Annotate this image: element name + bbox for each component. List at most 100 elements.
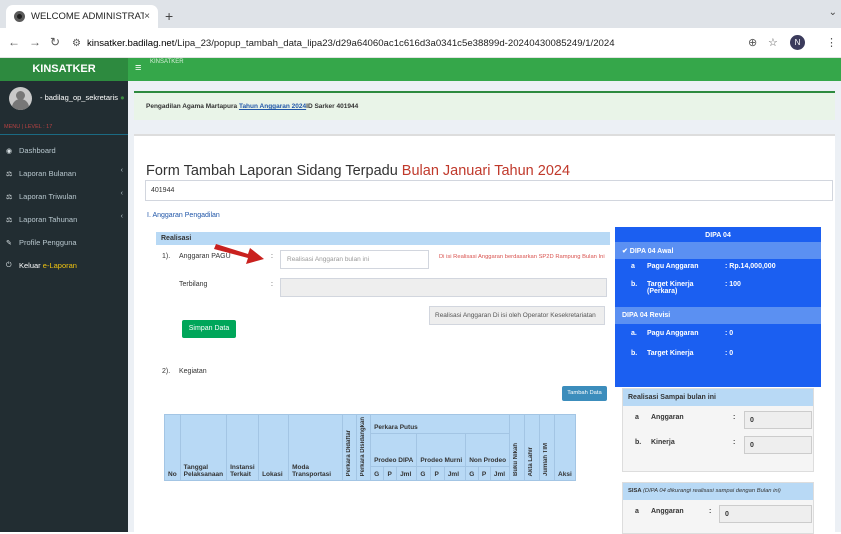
col-jumlah-tim: Jumlah TIM — [543, 443, 550, 477]
rev-pagu-label: Pagu Anggaran — [647, 330, 699, 337]
power-icon: ⏻ — [6, 261, 12, 269]
col-didaftar: Perkara Didaftar — [346, 430, 353, 477]
col-moda: Moda Transportasi — [288, 413, 344, 482]
anggaran-label: Anggaran — [651, 508, 684, 515]
user-panel: - badilag_op_sekretaris ● MENU | LEVEL :… — [0, 81, 128, 139]
row-letter: a — [631, 263, 635, 270]
kinerja-label: Kinerja — [651, 439, 675, 446]
sarker-id: ID Sarker 401944 — [306, 103, 359, 110]
sidebar-item-laporan-bulanan[interactable]: ⚖ Laporan Bulanan ‹ — [0, 162, 128, 185]
fiscal-year-link[interactable]: Tahun Anggaran 2024 — [239, 103, 306, 110]
colon: : — [733, 439, 736, 446]
row2-number: 2). — [162, 368, 171, 375]
col-buku-nikah: Buku Nikah — [513, 443, 520, 477]
tab-close-button[interactable]: × — [144, 11, 150, 22]
bookmark-star-icon[interactable]: ☆ — [768, 36, 778, 49]
sidebar-menu: ◉ Dashboard ⚖ Laporan Bulanan ‹ ⚖ Laporan Tr… — [0, 139, 128, 277]
logout-label: Keluar — [19, 261, 41, 270]
address-bar: ← → ↻ ⚙ kinsatker.badilag.net/Lipa_23/po… — [0, 28, 841, 58]
sisa-box: SISA (DIPA 04 dikurangi realisasi sampai… — [622, 482, 814, 534]
red-arrow-annotation — [214, 244, 264, 264]
dipa-awal-header: ✔ DIPA 04 Awal — [615, 242, 821, 259]
brand-logo[interactable]: KINSATKER — [0, 58, 128, 81]
menu-divider — [0, 134, 128, 135]
url-host: kinsatker.badilag.net — [86, 37, 175, 49]
row1-number: 1). — [162, 253, 171, 260]
col-tanggal: Tanggal Pelaksanaan — [179, 413, 228, 482]
site-settings-icon[interactable]: ⚙ — [72, 38, 81, 49]
pagu-label: Pagu Anggaran — [647, 263, 699, 270]
colon: : — [271, 281, 273, 288]
edit-icon: ✎ — [6, 239, 12, 247]
browser-menu-icon[interactable]: ⋮ — [826, 36, 837, 49]
sidebar-item-dashboard[interactable]: ◉ Dashboard — [0, 139, 128, 162]
profile-avatar[interactable]: N — [790, 35, 805, 50]
court-name: Pengadilan Agama Martapura — [146, 103, 239, 110]
tab-search-chevron-icon[interactable]: ⌄ — [829, 7, 837, 18]
title-text: Form Tambah Laporan Sidang Terpadu — [146, 163, 402, 179]
rev-target-value: : 0 — [725, 350, 734, 357]
realisasi-kinerja-value: 0 — [744, 436, 812, 454]
row-letter: b. — [635, 439, 642, 446]
section-link-anggaran[interactable]: I. Anggaran Pengadilan — [147, 212, 220, 219]
dipa-panel: DIPA 04 ✔ DIPA 04 Awal a Pagu Anggaran :… — [615, 227, 821, 387]
col-perkara-putus: Perkara Putus — [370, 414, 511, 434]
col-instansi: Instansi Terkait — [226, 413, 260, 482]
page-title: Form Tambah Laporan Sidang Terpadu Bulan… — [146, 163, 570, 179]
dipa-title: DIPA 04 — [705, 232, 731, 239]
browser-tab[interactable]: WELCOME ADMINISTRATOR × — [6, 5, 158, 28]
url-path: /Lipa_23/popup_tambah_data_lipa23/d29a64… — [174, 37, 615, 49]
colon: : — [733, 414, 736, 421]
sidebar: - badilag_op_sekretaris ● MENU | LEVEL :… — [0, 81, 128, 532]
forward-icon[interactable]: → — [29, 35, 41, 49]
col-lokasi: Lokasi — [258, 413, 290, 482]
dipa-rev-target-row: b. Target Kinerja : 0 — [615, 344, 821, 364]
chevron-left-icon: ‹ — [120, 167, 123, 174]
sidebar-item-profile[interactable]: ✎ Profile Pengguna — [0, 231, 128, 254]
sidebar-item-logout[interactable]: ⏻ Keluar e-Laporan — [0, 254, 128, 277]
sidebar-item-laporan-triwulan[interactable]: ⚖ Laporan Triwulan ‹ — [0, 185, 128, 208]
dipa-rev-pagu-row: a. Pagu Anggaran : 0 — [615, 324, 821, 344]
realisasi-anggaran-row: a Anggaran : 0 — [623, 406, 813, 433]
back-icon[interactable]: ← — [8, 35, 20, 49]
chevron-left-icon: ‹ — [120, 190, 123, 197]
url-field[interactable]: ⚙ kinsatker.badilag.net/Lipa_23/popup_ta… — [72, 33, 780, 53]
col-aksi: Aksi — [554, 413, 576, 482]
dashboard-icon: ◉ — [6, 147, 13, 155]
sidebar-item-label: Profile Pengguna — [19, 238, 77, 247]
terbilang-label: Terbilang — [179, 281, 208, 288]
satker-id-field[interactable]: 401944 — [145, 180, 833, 201]
add-data-button[interactable]: Tambah Data — [562, 386, 607, 401]
col-prodeo-dipa: Prodeo DIPA — [370, 432, 418, 467]
row-letter: b. — [631, 350, 638, 357]
kegiatan-label: Kegiatan — [179, 368, 207, 375]
rev-target-label: Target Kinerja — [647, 350, 694, 357]
user-avatar — [9, 87, 32, 110]
sidebar-toggle-icon[interactable]: ≡ — [135, 62, 141, 74]
terbilang-field — [280, 278, 607, 297]
sidebar-item-laporan-tahunan[interactable]: ⚖ Laporan Tahunan ‹ — [0, 208, 128, 231]
sisa-anggaran-row: a Anggaran : 0 — [623, 500, 813, 530]
realisasi-kinerja-row: b. Kinerja : 0 — [623, 433, 813, 460]
col-g: G — [370, 465, 385, 482]
zoom-icon[interactable]: ⊕ — [748, 36, 757, 49]
colon: : — [709, 508, 712, 515]
balance-icon: ⚖ — [6, 216, 13, 224]
save-button[interactable]: Simpan Data — [182, 320, 236, 338]
col-disidangkan: Perkara Disidangkan — [360, 417, 367, 477]
anggaran-pagu-input[interactable]: Realisasi Anggaran bulan ini — [280, 250, 429, 269]
col-non-prodeo: Non Prodeo — [465, 432, 511, 467]
dipa-pagu-row: a Pagu Anggaran : Rp.14,000,000 — [615, 259, 821, 277]
online-status-icon: ● — [120, 93, 125, 102]
reload-icon[interactable]: ↻ — [50, 35, 60, 49]
sisa-title: SISA — [628, 488, 642, 494]
balance-icon: ⚖ — [6, 193, 13, 201]
new-tab-button[interactable]: + — [165, 8, 173, 24]
balance-icon: ⚖ — [6, 170, 13, 178]
col-g: G — [465, 465, 479, 482]
app-root: KINSATKER ≡ KINSATKER - badilag_op_sekre… — [0, 58, 841, 534]
sidebar-item-label: Dashboard — [19, 146, 56, 155]
anggaran-note: Di isi Realisasi Anggaran berdasarkan SP… — [439, 254, 605, 260]
row-letter: b. — [631, 281, 638, 288]
topnav-label: KINSATKER — [150, 59, 184, 65]
